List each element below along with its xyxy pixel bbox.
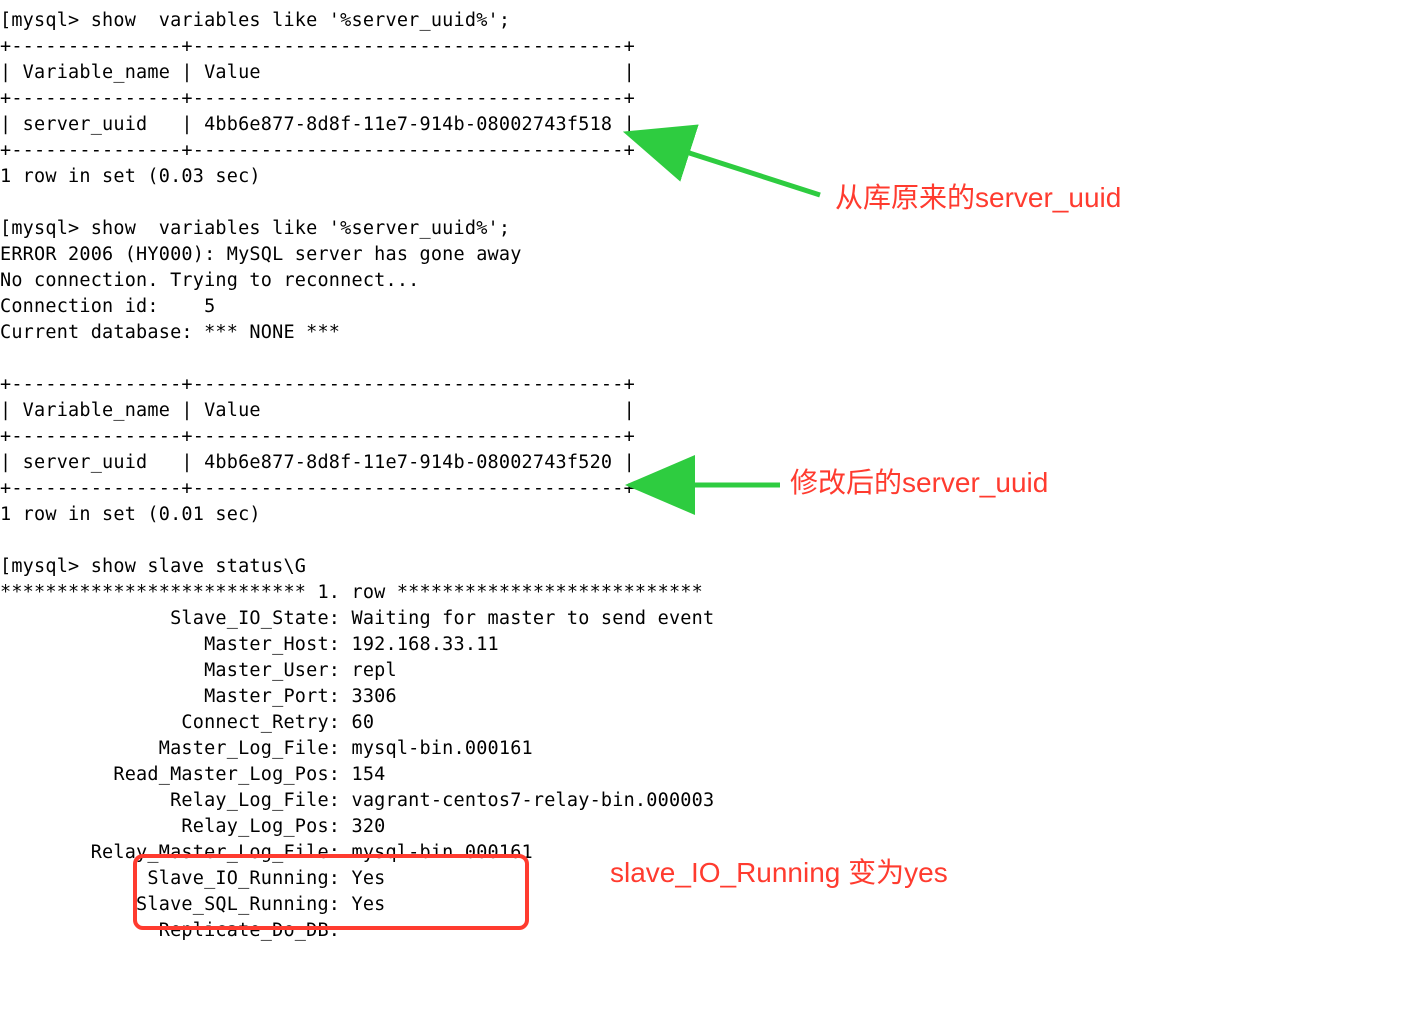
line: Master_Log_File: mysql-bin.000161 (0, 738, 533, 759)
line: +---------------+-----------------------… (0, 478, 635, 499)
line: +---------------+-----------------------… (0, 140, 635, 161)
line: Connect_Retry: 60 (0, 712, 374, 733)
line: Current database: *** NONE *** (0, 322, 340, 343)
line: +---------------+-----------------------… (0, 88, 635, 109)
line: Master_Port: 3306 (0, 686, 397, 707)
line: Slave_IO_State: Waiting for master to se… (0, 608, 714, 629)
line: +---------------+-----------------------… (0, 374, 635, 395)
line: | server_uuid | 4bb6e877-8d8f-11e7-914b-… (0, 114, 635, 135)
line: | Variable_name | Value | (0, 400, 635, 421)
line: 1 row in set (0.03 sec) (0, 166, 261, 187)
annotation-slave-io-running: slave_IO_Running 变为yes (610, 860, 948, 886)
line: Connection id: 5 (0, 296, 215, 317)
line: *************************** 1. row *****… (0, 582, 703, 603)
terminal-output: [mysql> show variables like '%server_uui… (0, 8, 714, 944)
line: | server_uuid | 4bb6e877-8d8f-11e7-914b-… (0, 452, 635, 473)
line: Master_User: repl (0, 660, 397, 681)
line: No connection. Trying to reconnect... (0, 270, 420, 291)
line: [mysql> show variables like '%server_uui… (0, 10, 510, 31)
annotation-original-uuid: 从库原来的server_uuid (835, 185, 1121, 211)
highlight-box-slave-running (133, 854, 529, 930)
line: [mysql> show slave status\G (0, 556, 306, 577)
line: | Variable_name | Value | (0, 62, 635, 83)
line: ERROR 2006 (HY000): MySQL server has gon… (0, 244, 522, 265)
line: +---------------+-----------------------… (0, 36, 635, 57)
annotation-modified-uuid: 修改后的server_uuid (790, 470, 1048, 496)
line: Relay_Log_File: vagrant-centos7-relay-bi… (0, 790, 714, 811)
line: Relay_Log_Pos: 320 (0, 816, 386, 837)
line: 1 row in set (0.01 sec) (0, 504, 261, 525)
line: Master_Host: 192.168.33.11 (0, 634, 499, 655)
line: [mysql> show variables like '%server_uui… (0, 218, 510, 239)
line: +---------------+-----------------------… (0, 426, 635, 447)
line: Read_Master_Log_Pos: 154 (0, 764, 386, 785)
